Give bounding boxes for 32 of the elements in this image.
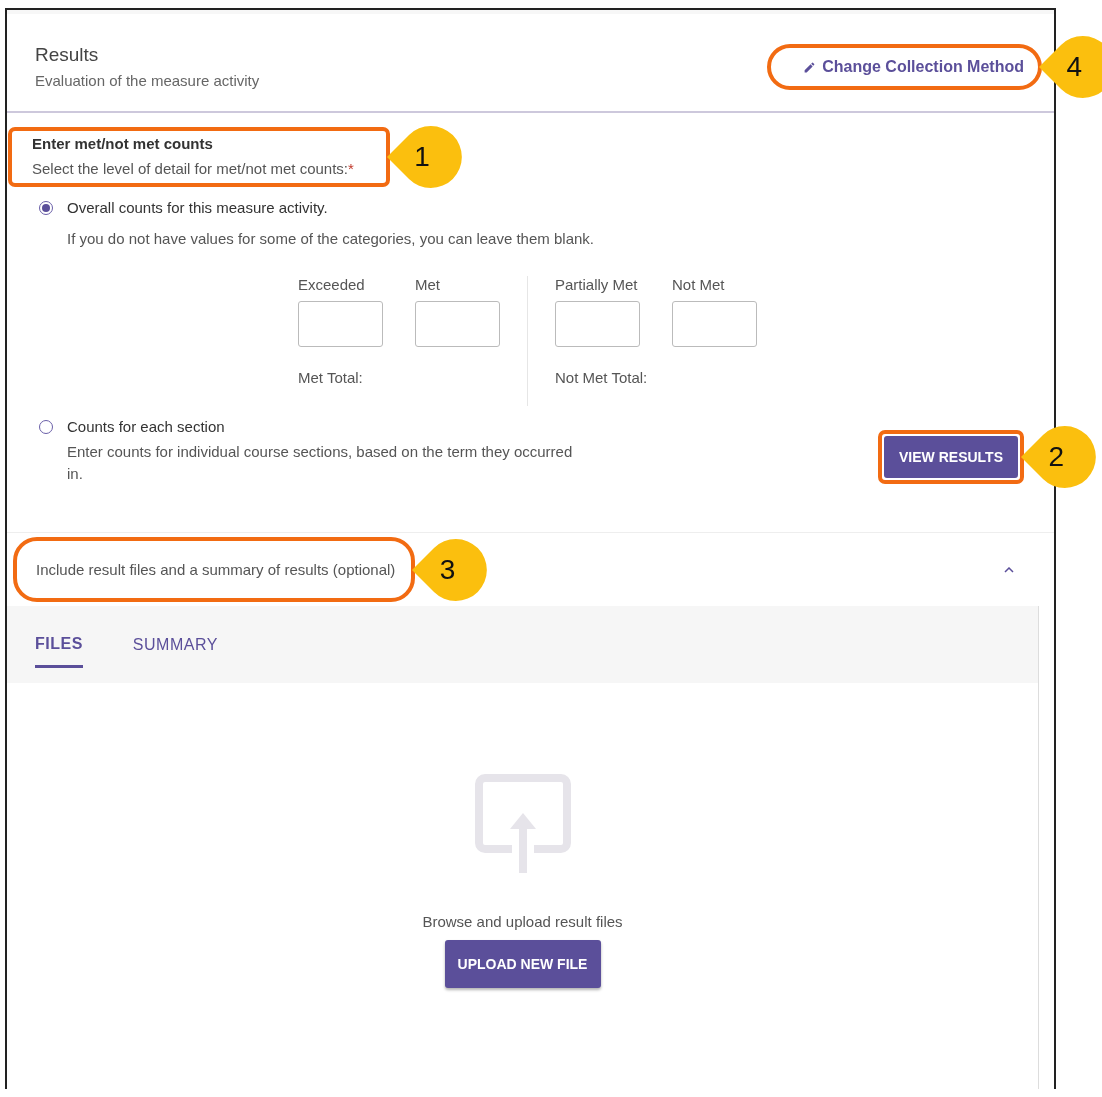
tab[interactable]: FILES [35,606,83,668]
total-label: Met Total: [298,369,364,386]
upload-button[interactable]: UPLOAD NEW FILE [444,940,601,988]
count-input[interactable] [555,301,640,347]
counts-prompt: Select the level of detail for met/not met counts:* [32,160,354,177]
callout-marker: 1 [386,125,463,189]
tab[interactable]: SUMMARY [132,606,218,683]
callout-marker: 2 [1021,425,1097,489]
option-description: Enter counts for individual course sections, based on the term they occurred in. [67,442,574,484]
section-subtitle: Evaluation of the measure activity [35,72,260,89]
field-label: Exceeded [298,276,366,293]
count-input[interactable] [672,301,757,347]
chevron-icon[interactable] [1004,566,1014,573]
section-title: Results [35,44,100,66]
change-method-link[interactable]: Change Collection Method [803,58,1024,76]
total-label: Not Met Total: [555,369,649,386]
counts-heading: Enter met/not met counts [32,135,214,152]
option-label: Overall counts for this measure activity. [67,199,329,216]
count-input[interactable] [298,301,383,347]
count-input[interactable] [415,301,500,347]
pencil-icon [803,60,817,74]
view-results-button[interactable]: VIEW RESULTS [884,436,1018,478]
option-label: Counts for each section [67,418,226,435]
callout-marker: 4 [1039,35,1102,99]
upload-icon [473,773,572,873]
optional-section-label: Include result files and a summary of results (optional) [36,561,396,578]
field-label: Partially Met [555,276,639,293]
field-label: Met [415,276,441,293]
callout-marker: 3 [412,537,489,602]
upload-hint: Browse and upload result files [422,913,623,930]
option-description: If you do not have values for some of the categories, you can leave them blank. [67,229,595,249]
field-label: Not Met [672,276,726,293]
